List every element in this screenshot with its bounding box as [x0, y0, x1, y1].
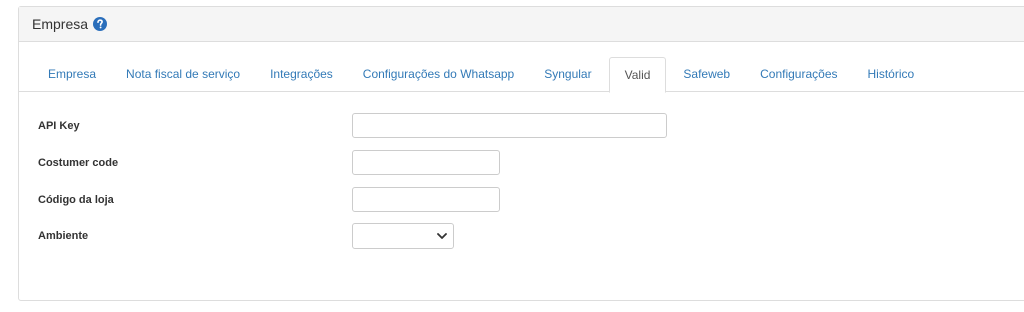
codigo-da-loja-label: Código da loja: [38, 193, 114, 206]
tab-bar: Empresa Nota fiscal de serviço Integraçõ…: [19, 57, 1024, 93]
tab-historico[interactable]: Histórico: [853, 57, 930, 92]
empresa-panel: Empresa Empresa Nota fiscal de serviço I…: [18, 6, 1024, 301]
costumer-code-label: Costumer code: [38, 156, 119, 169]
api-key-label: API Key: [38, 119, 80, 132]
tab-empresa[interactable]: Empresa: [37, 57, 111, 92]
tab-nota-fiscal-de-servico[interactable]: Nota fiscal de serviço: [111, 57, 255, 92]
tab-configuracoes[interactable]: Configurações: [745, 57, 852, 92]
tab-safeweb[interactable]: Safeweb: [668, 57, 745, 92]
panel-heading: Empresa: [19, 7, 1024, 42]
tab-configuracoes-do-whatsapp[interactable]: Configurações do Whatsapp: [348, 57, 529, 92]
tab-syngular[interactable]: Syngular: [529, 57, 606, 92]
ambiente-label: Ambiente: [38, 229, 89, 242]
tab-integracoes[interactable]: Integrações: [255, 57, 348, 92]
question-circle-icon[interactable]: [93, 17, 108, 31]
tab-valid[interactable]: Valid: [608, 57, 667, 93]
panel-title: Empresa: [32, 16, 89, 32]
codigo-da-loja-input[interactable]: [352, 187, 500, 212]
costumer-code-input[interactable]: [352, 150, 500, 175]
chevron-down-icon: [437, 232, 447, 239]
ambiente-select[interactable]: [352, 222, 454, 249]
api-key-input[interactable]: [352, 113, 667, 138]
